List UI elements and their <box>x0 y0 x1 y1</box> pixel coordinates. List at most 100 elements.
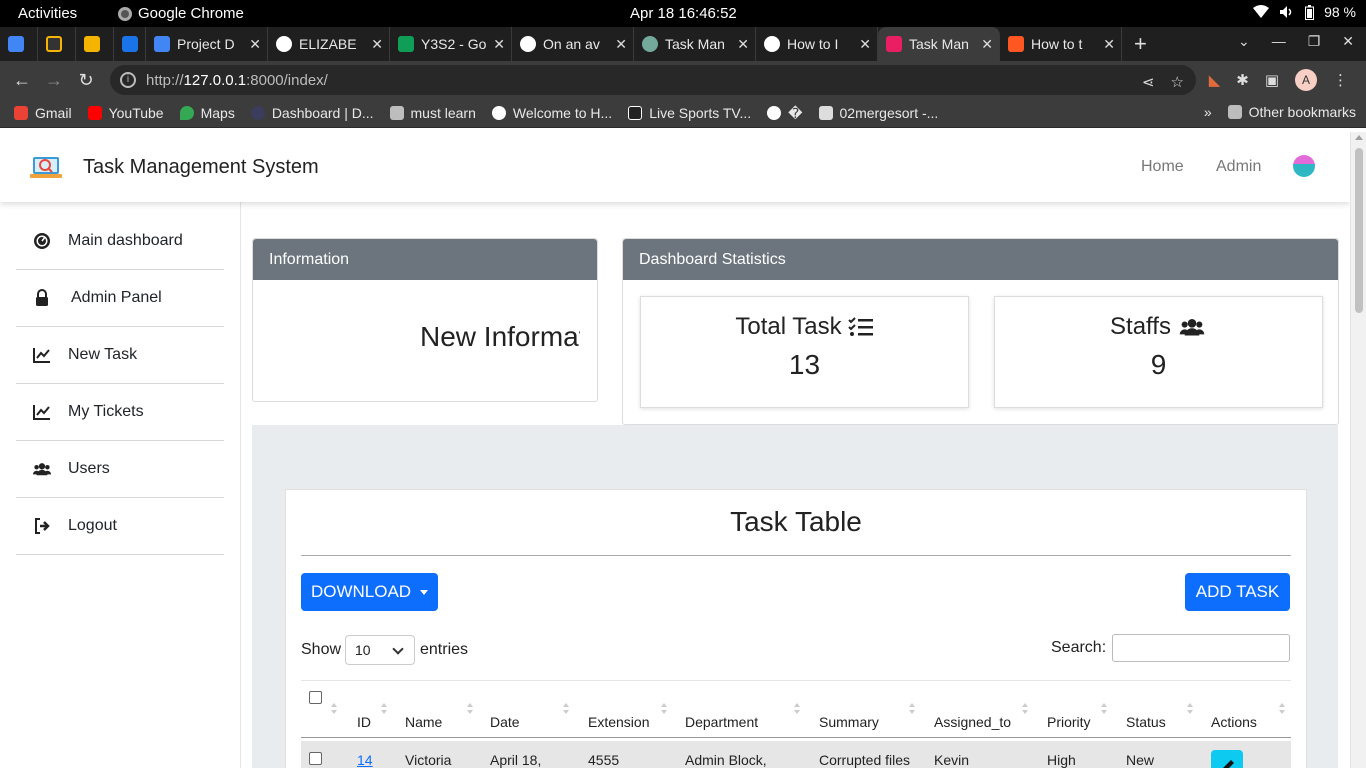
column-header-extension[interactable]: Extension <box>588 714 649 730</box>
select-all-checkbox[interactable] <box>309 691 322 704</box>
tab-10-active[interactable]: Task Man ✕ <box>878 27 1000 61</box>
sort-icon[interactable] <box>909 703 917 717</box>
bookmark-welcome[interactable]: Welcome to H... <box>484 105 620 121</box>
nav-admin-link[interactable]: Admin <box>1216 158 1261 176</box>
sort-icon[interactable] <box>1279 703 1287 717</box>
sort-icon[interactable] <box>331 703 339 717</box>
tab-5[interactable]: ELIZABE ✕ <box>268 27 390 61</box>
maximize-icon[interactable]: ❐ <box>1308 33 1321 50</box>
side-panel-icon[interactable]: ▣ <box>1265 71 1279 89</box>
tab-1[interactable] <box>38 27 76 61</box>
tab-4[interactable]: Project D ✕ <box>146 27 268 61</box>
close-tab-icon[interactable]: ✕ <box>493 36 505 53</box>
sidebar-item-logout[interactable]: Logout <box>16 498 224 555</box>
sidebar-item-new-task[interactable]: New Task <box>16 327 224 384</box>
tab-3[interactable] <box>114 27 146 61</box>
tab-search-icon[interactable]: ⌄ <box>1238 33 1250 50</box>
column-header-name[interactable]: Name <box>405 714 442 730</box>
nav-home-link[interactable]: Home <box>1141 158 1184 176</box>
user-avatar[interactable] <box>1293 155 1315 177</box>
reload-icon[interactable]: ↻ <box>70 70 102 91</box>
edit-button[interactable] <box>1211 750 1243 768</box>
close-tab-icon[interactable]: ✕ <box>249 36 261 53</box>
bookmark-dashboard[interactable]: Dashboard | D... <box>243 105 382 121</box>
sort-icon[interactable] <box>661 703 669 717</box>
close-tab-icon[interactable]: ✕ <box>371 36 383 53</box>
tab-2[interactable] <box>76 27 114 61</box>
bookmark-unknown[interactable]: � <box>759 105 810 122</box>
tab-0[interactable] <box>0 27 38 61</box>
sidebar-item-my-tickets[interactable]: My Tickets <box>16 384 224 441</box>
column-header-department[interactable]: Department <box>685 714 758 730</box>
bookmark-maps[interactable]: Maps <box>172 105 243 121</box>
page-scrollbar[interactable] <box>1350 132 1366 768</box>
close-tab-icon[interactable]: ✕ <box>737 36 749 53</box>
sidebar-item-main-dashboard[interactable]: Main dashboard <box>16 213 224 270</box>
download-button[interactable]: DOWNLOAD <box>301 573 438 611</box>
docs-icon <box>8 36 24 52</box>
activities-button[interactable]: Activities <box>18 5 77 22</box>
more-bookmarks-button[interactable]: » <box>1204 104 1212 120</box>
column-header-status[interactable]: Status <box>1126 714 1166 730</box>
tab-8[interactable]: Task Man ✕ <box>634 27 756 61</box>
cell-id-link[interactable]: 14 <box>357 752 373 768</box>
column-header-assigned-to[interactable]: Assigned_to <box>934 714 1011 730</box>
close-window-icon[interactable]: ✕ <box>1342 33 1354 50</box>
url-bar[interactable]: i http://127.0.0.1:8000/index/ ⋖ ☆ <box>110 65 1196 95</box>
system-tray[interactable]: 98 % <box>1253 4 1356 20</box>
bookmark-label: � <box>788 104 803 121</box>
entries-select[interactable]: 10 <box>345 635 415 665</box>
scroll-up-icon[interactable] <box>1355 135 1363 140</box>
bookmark-gmail[interactable]: Gmail <box>0 105 80 121</box>
sort-icon[interactable] <box>1022 703 1030 717</box>
tab-11[interactable]: How to t ✕ <box>1000 27 1122 61</box>
bookmark-mergesort[interactable]: 02mergesort -... <box>811 105 947 121</box>
task-table-title: Task Table <box>730 506 862 537</box>
extension-icon[interactable]: ◣ <box>1209 71 1221 89</box>
forward-icon[interactable]: → <box>38 70 70 91</box>
bookmark-youtube[interactable]: YouTube <box>80 105 172 121</box>
sort-icon[interactable] <box>467 703 475 717</box>
bookmark-live-sports[interactable]: Live Sports TV... <box>620 105 759 121</box>
menu-dots-icon[interactable]: ⋮ <box>1333 71 1348 89</box>
sort-icon[interactable] <box>794 703 802 717</box>
close-tab-icon[interactable]: ✕ <box>859 36 871 53</box>
column-header-date[interactable]: Date <box>490 714 520 730</box>
close-tab-icon[interactable]: ✕ <box>615 36 627 53</box>
sort-icon[interactable] <box>563 703 571 717</box>
column-header-priority[interactable]: Priority <box>1047 714 1091 730</box>
row-checkbox[interactable] <box>309 752 322 765</box>
battery-level: 98 % <box>1324 4 1356 20</box>
profile-avatar[interactable]: A <box>1295 69 1317 91</box>
column-header-id[interactable]: ID <box>357 714 371 730</box>
column-header-actions[interactable]: Actions <box>1211 714 1257 730</box>
scrollbar-thumb[interactable] <box>1355 148 1363 313</box>
sort-icon[interactable] <box>1187 703 1195 717</box>
tab-9[interactable]: How to I ✕ <box>756 27 878 61</box>
minimize-icon[interactable]: — <box>1272 33 1286 50</box>
download-label: DOWNLOAD <box>310 582 412 601</box>
sort-icon[interactable] <box>381 703 389 717</box>
close-tab-icon[interactable]: ✕ <box>1103 36 1115 53</box>
add-task-button[interactable]: ADD TASK <box>1185 573 1290 611</box>
bookmark-folder-must-learn[interactable]: must learn <box>382 105 484 121</box>
tab-6[interactable]: Y3S2 - Go ✕ <box>390 27 512 61</box>
tab-title: ELIZABE <box>299 36 357 52</box>
search-input[interactable] <box>1112 634 1290 662</box>
share-icon[interactable]: ⋖ <box>1142 73 1155 91</box>
puzzle-icon[interactable]: ✱ <box>1236 71 1249 89</box>
sidebar-item-users[interactable]: Users <box>16 441 224 498</box>
site-info-icon[interactable]: i <box>120 72 136 88</box>
tab-7[interactable]: On an av ✕ <box>512 27 634 61</box>
sidebar-item-admin-panel[interactable]: Admin Panel <box>16 270 224 327</box>
app-menu[interactable]: Google Chrome <box>118 5 244 22</box>
bookmark-star-icon[interactable]: ☆ <box>1171 73 1184 91</box>
other-bookmarks-folder[interactable]: Other bookmarks <box>1227 104 1356 120</box>
close-tab-icon[interactable]: ✕ <box>981 36 993 53</box>
new-tab-button[interactable]: + <box>1122 27 1159 61</box>
sort-icon[interactable] <box>1101 703 1109 717</box>
column-header-summary[interactable]: Summary <box>819 714 879 730</box>
site-title[interactable]: Task Management System <box>83 156 319 179</box>
clock[interactable]: Apr 18 16:46:52 <box>630 5 737 22</box>
back-icon[interactable]: ← <box>6 70 38 91</box>
